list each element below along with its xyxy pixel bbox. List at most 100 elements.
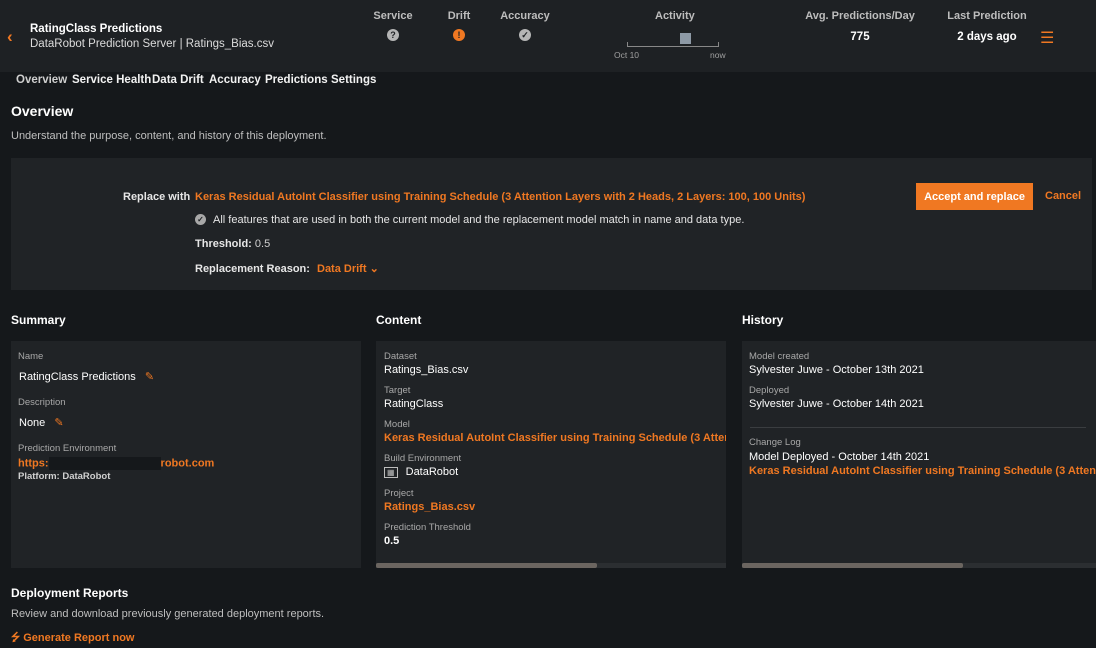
feature-match-text: All features that are used in both the c… [213,214,745,226]
replace-with-label: Replace with [123,191,191,203]
prediction-threshold-label: Prediction Threshold [384,522,471,533]
generate-report-link[interactable]: ⭍ Generate Report now [11,629,134,648]
dataset-value: Ratings_Bias.csv [384,364,469,376]
model-created-value: Sylvester Juwe - October 13th 2021 [749,364,924,376]
generate-report-label: Generate Report now [23,632,135,644]
prediction-environment-url[interactable]: https: robot.com [18,457,214,470]
avg-predictions: Avg. Predictions/Day 775 [800,10,920,43]
deployment-subtitle: DataRobot Prediction Server | Ratings_Bi… [30,38,274,50]
warning-icon: ! [453,29,465,41]
history-card: Model created Sylvester Juwe - October 1… [742,341,1096,568]
timeline-axis [627,46,719,47]
description-value: None [19,417,46,429]
horizontal-scrollbar[interactable] [742,563,1096,568]
dataset-label: Dataset [384,351,417,362]
activity-bar [680,33,691,44]
content-card: Dataset Ratings_Bias.csv Target RatingCl… [376,341,726,568]
avg-predictions-label: Avg. Predictions/Day [805,10,915,22]
prediction-threshold-value: 0.5 [384,535,400,547]
target-value: RatingClass [384,398,444,410]
horizontal-scrollbar[interactable] [376,563,726,568]
threshold-label: Threshold: [195,238,252,250]
content-heading: Content [376,313,422,327]
summary-heading: Summary [11,313,66,327]
replace-model-panel: Replace with Keras Residual AutoInt Clas… [11,158,1092,290]
url-suffix: robot.com [160,457,215,470]
tab-accuracy[interactable]: Accuracy [209,74,261,86]
hamburger-menu-icon[interactable]: ☰ [1040,28,1054,48]
build-environment-value: DataRobot [405,466,459,478]
scrollbar-thumb[interactable] [742,563,963,568]
accuracy-status[interactable]: Accuracy ✓ [500,10,550,41]
build-environment-label: Build Environment [384,453,462,464]
summary-card: Name RatingClass Predictions ✎ Descripti… [11,341,361,568]
build-environment-field: ▦ DataRobot [384,466,458,478]
timeline-end-label: now [710,50,726,60]
deployed-label: Deployed [749,385,790,396]
change-log-label: Change Log [749,437,801,448]
timeline-tick-end [718,42,719,47]
replacement-reason-row: Replacement Reason: Data Drift ⌄ [195,262,379,275]
deployment-reports-heading: Deployment Reports [11,586,129,600]
name-value: RatingClass Predictions [19,371,136,383]
pencil-edit-icon[interactable]: ✎ [54,417,63,429]
divider [750,427,1086,428]
deployment-title: RatingClass Predictions [30,23,163,35]
activity-label: Activity [655,10,695,22]
change-log-model-link[interactable]: Keras Residual AutoInt Classifier using … [749,465,1096,477]
question-icon: ? [387,29,399,41]
tab-overview[interactable]: Overview [16,74,67,86]
service-label: Service [373,10,413,22]
back-chevron-icon[interactable]: ‹ [7,27,13,47]
model-created-label: Model created [749,351,810,362]
check-circle-icon: ✓ [195,214,206,225]
deployed-value: Sylvester Juwe - October 14th 2021 [749,398,924,410]
name-label: Name [18,351,44,362]
model-label: Model [384,419,410,430]
server-icon: ▦ [384,467,398,478]
tab-data-drift[interactable]: Data Drift [152,74,204,86]
cancel-button[interactable]: Cancel [1045,190,1081,202]
replacement-reason-value: Data Drift [317,263,367,275]
tab-service-health[interactable]: Service Health [72,74,151,86]
last-prediction-label: Last Prediction [947,10,1027,22]
threshold-row: Threshold: 0.5 [195,238,270,250]
project-label: Project [384,488,414,499]
lightning-icon: ⭍ [11,632,21,644]
project-link[interactable]: Ratings_Bias.csv [384,501,475,513]
drift-label: Drift [447,10,471,22]
pencil-edit-icon[interactable]: ✎ [145,371,154,383]
replacement-reason-label: Replacement Reason: [195,263,310,275]
last-prediction-value: 2 days ago [957,31,1017,43]
prediction-environment-label: Prediction Environment [18,443,117,454]
activity-timeline[interactable]: Activity Oct 10 now [612,10,736,62]
deployment-reports-description: Review and download previously generated… [11,608,325,620]
page-title: Overview [11,103,74,119]
accept-and-replace-button[interactable]: Accept and replace [916,183,1033,210]
check-icon: ✓ [519,29,531,41]
last-prediction: Last Prediction 2 days ago [943,10,1031,43]
url-prefix: https: [18,457,49,470]
description-label: Description [18,397,66,408]
page-description: Understand the purpose, content, and his… [11,130,327,142]
timeline-start-label: Oct 10 [614,50,640,60]
chevron-down-icon: ⌄ [369,263,379,275]
service-status[interactable]: Service ? [368,10,418,41]
replacement-reason-dropdown[interactable]: Data Drift ⌄ [317,263,379,275]
change-log-entry: Model Deployed - October 14th 2021 [749,451,930,463]
description-field[interactable]: None ✎ [19,416,64,429]
accuracy-label: Accuracy [500,10,550,22]
redacted-block [48,457,161,470]
target-label: Target [384,385,411,396]
history-heading: History [742,313,784,327]
deployment-header: ‹ RatingClass Predictions DataRobot Pred… [0,0,1096,72]
tab-settings[interactable]: Settings [331,74,376,86]
scrollbar-thumb[interactable] [376,563,597,568]
model-link[interactable]: Keras Residual AutoInt Classifier using … [384,432,726,444]
platform-label: Platform: DataRobot [18,471,111,482]
drift-status[interactable]: Drift ! [439,10,479,41]
replacement-model-link[interactable]: Keras Residual AutoInt Classifier using … [195,191,805,203]
threshold-value: 0.5 [254,238,271,250]
tab-predictions[interactable]: Predictions [265,74,328,86]
name-field[interactable]: RatingClass Predictions ✎ [19,370,154,383]
